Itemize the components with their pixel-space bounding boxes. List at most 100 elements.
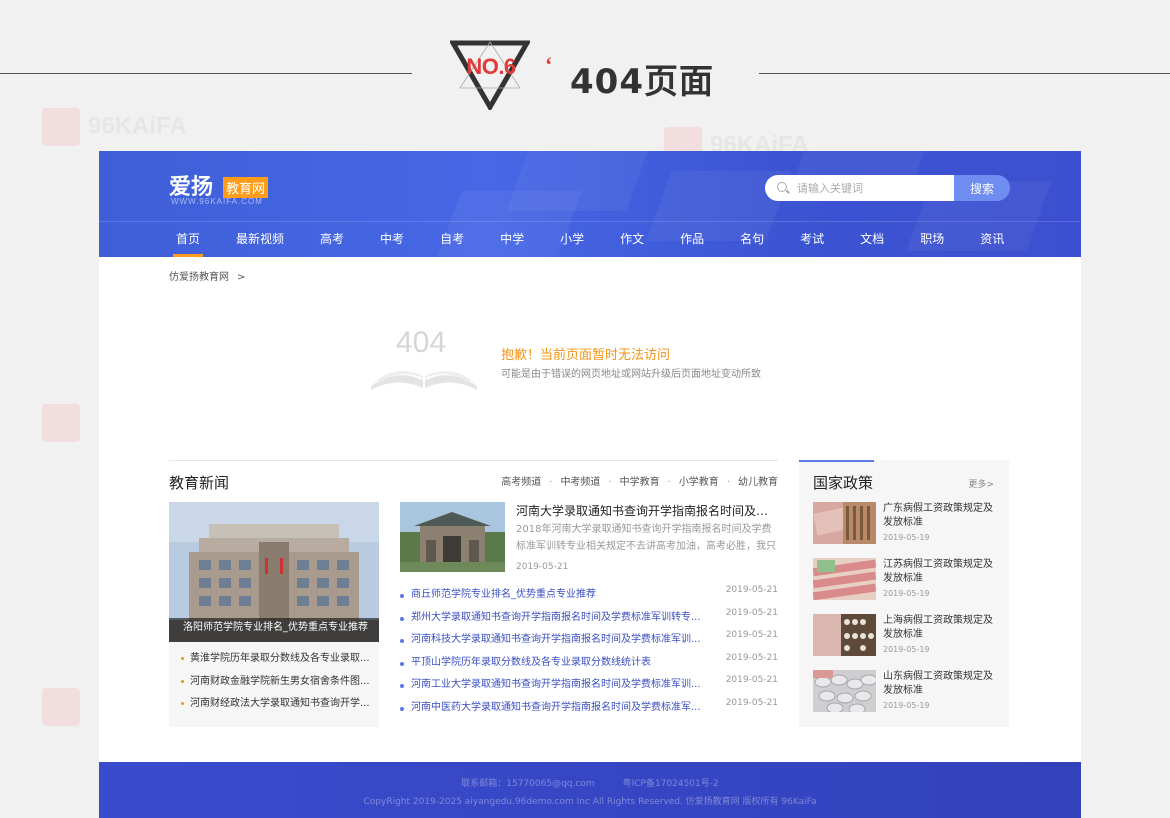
heading-rule-left: [0, 73, 412, 74]
nav-item-essay[interactable]: 作文: [611, 222, 653, 257]
news-list: 商丘师范学院专业排名_优势重点专业推荐 2019-05-21 郑州大学录取通知书查…: [400, 585, 778, 720]
money-thumbnail[interactable]: [813, 502, 876, 544]
nav-item-primary-school[interactable]: 小学: [551, 222, 593, 257]
news-section-title: 教育新闻: [169, 474, 230, 492]
list-item[interactable]: 黄淮学院历年录取分数线及各专业录取...: [181, 648, 373, 671]
list-item[interactable]: 平顶山学院历年录取分数线及各专业录取分数线统计表 2019-05-21: [400, 653, 778, 676]
list-item[interactable]: 郑州大学录取通知书查询开学指南报名时间及学费标准军训转专... 2019-05-2…: [400, 608, 778, 631]
news-tab-gaokao[interactable]: 高考频道: [501, 473, 541, 488]
footer-contact: 联系邮箱：15770065@qq.com 粤ICP备17024501号-2: [99, 776, 1081, 789]
nav-item-zikao[interactable]: 自考: [431, 222, 473, 257]
site-logo-tag: 教育网: [223, 177, 269, 198]
breadcrumb: 仿爱扬教育网 >: [169, 268, 245, 283]
article-image[interactable]: [400, 502, 505, 572]
policy-panel: 国家政策 更多> 广东病假工资政策规定及发放标准 2019-05-19 江苏病假…: [799, 460, 1009, 727]
featured-news-caption[interactable]: 洛阳师范学院专业排名_优势重点专业推荐: [169, 618, 379, 642]
error-code: 404: [396, 326, 447, 359]
site-footer: 联系邮箱：15770065@qq.com 粤ICP备17024501号-2 Cop…: [99, 762, 1081, 818]
policy-item-date: 2019-05-19: [883, 645, 930, 654]
list-item[interactable]: 河南中医药大学录取通知书查询开学指南报名时间及学费标准军... 2019-05-2…: [400, 698, 778, 721]
list-item-title[interactable]: 郑州大学录取通知书查询开学指南报名时间及学费标准军训转专...: [411, 608, 701, 623]
watermark: [42, 688, 88, 726]
policy-item-title[interactable]: 广东病假工资政策规定及发放标准: [883, 502, 998, 530]
watermark-logo-icon: [42, 688, 80, 726]
policy-title: 国家政策: [813, 474, 874, 492]
search-input[interactable]: [765, 175, 955, 201]
policy-item[interactable]: 山东病假工资政策规定及发放标准 2019-05-19: [813, 670, 1003, 714]
abacus-photo: [813, 614, 876, 656]
policy-item-title[interactable]: 上海病假工资政策规定及发放标准: [883, 614, 998, 642]
search-button[interactable]: 搜索: [954, 175, 1010, 201]
featured-news-list: 黄淮学院历年录取分数线及各专业录取... 河南财政金融学院新生男女宿舍条件图..…: [169, 642, 379, 727]
policy-item-title[interactable]: 江苏病假工资政策规定及发放标准: [883, 558, 998, 586]
nav-item-works[interactable]: 作品: [671, 222, 713, 257]
policy-item-date: 2019-05-19: [883, 533, 930, 542]
policy-item[interactable]: 江苏病假工资政策规定及发放标准 2019-05-19: [813, 558, 1003, 602]
nav-item-gaokao[interactable]: 高考: [311, 222, 353, 257]
list-item[interactable]: 河南财政金融学院新生男女宿舍条件图...: [181, 671, 373, 694]
main-nav: 首页 最新视频 高考 中考 自考 中学 小学 作文 作品 名句 考试 文档 职场…: [167, 222, 1031, 257]
list-item-date: 2019-05-21: [725, 675, 778, 685]
breadcrumb-home-link[interactable]: 仿爱扬教育网: [169, 272, 229, 283]
money-thumbnail[interactable]: [813, 614, 876, 656]
nav-item-career[interactable]: 职场: [911, 222, 953, 257]
footer-copyright: CopyRight 2019-2025 aiyangedu.96demo.com…: [363, 797, 817, 807]
list-item-title[interactable]: 平顶山学院历年录取分数线及各专业录取分数线统计表: [411, 653, 701, 668]
article-date: 2019-05-21: [516, 562, 569, 572]
search-box: 搜索: [765, 175, 1010, 201]
list-item[interactable]: 商丘师范学院专业排名_优势重点专业推荐 2019-05-21: [400, 585, 778, 608]
page-title: 404页面: [570, 62, 714, 102]
news-tab-middle-school[interactable]: 中学教育: [608, 473, 660, 488]
list-item-title[interactable]: 河南中医药大学录取通知书查询开学指南报名时间及学费标准军...: [411, 698, 701, 713]
list-item-title[interactable]: 商丘师范学院专业排名_优势重点专业推荐: [411, 585, 701, 600]
article-summary: 2018年河南大学录取通知书查询开学指南报名时间及学费标准军训转专业相关规定不去…: [516, 524, 776, 552]
list-item-date: 2019-05-21: [725, 585, 778, 595]
article-title[interactable]: 河南大学录取通知书查询开学指南报名时间及学费...: [516, 502, 778, 519]
list-item-date: 2019-05-21: [725, 697, 778, 708]
nav-item-exams[interactable]: 考试: [791, 222, 833, 257]
nav-item-documents[interactable]: 文档: [851, 222, 893, 257]
news-tab-kindergarten[interactable]: 幼儿教育: [727, 473, 778, 488]
badge-number: NO.6: [466, 54, 516, 79]
nav-item-videos[interactable]: 最新视频: [227, 222, 293, 257]
featured-news-image[interactable]: 洛阳师范学院专业排名_优势重点专业推荐: [169, 502, 379, 642]
watermark-logo-icon: [42, 108, 80, 146]
nav-item-zhongkao[interactable]: 中考: [371, 222, 413, 257]
watermark-logo-icon: [42, 404, 80, 442]
list-item[interactable]: 河南科技大学录取通知书查询开学指南报名时间及学费标准军训... 2019-05-2…: [400, 630, 778, 653]
gate-photo: [400, 502, 505, 572]
money-photo: [813, 502, 876, 544]
list-item-date: 2019-05-21: [725, 607, 778, 618]
quote-mark: ‘: [545, 52, 553, 77]
search-icon: [777, 182, 787, 192]
policy-item-title[interactable]: 山东病假工资政策规定及发放标准: [883, 670, 998, 698]
money-photo: [813, 558, 876, 600]
list-item-title[interactable]: 河南科技大学录取通知书查询开学指南报名时间及学费标准军训...: [411, 630, 701, 645]
coins-photo: [813, 670, 876, 712]
money-thumbnail[interactable]: [813, 670, 876, 712]
list-item[interactable]: 河南财经政法大学录取通知书查询开学...: [181, 693, 373, 716]
list-item-title[interactable]: 河南工业大学录取通知书查询开学指南报名时间及学费标准军训...: [411, 675, 701, 690]
policy-item[interactable]: 上海病假工资政策规定及发放标准 2019-05-19: [813, 614, 1003, 658]
watermark: 96KAiFA: [42, 108, 187, 146]
news-divider: [169, 460, 778, 461]
nav-item-middle-school[interactable]: 中学: [491, 222, 533, 257]
error-title: 抱歉！当前页面暂时无法访问: [501, 348, 671, 363]
footer-email[interactable]: 联系邮箱：15770065@qq.com: [461, 779, 594, 789]
heading-rule-right: [759, 73, 1170, 74]
site-header: 爱扬 教育网 WWW.96KAIFA.COM 搜索 首页 最新视频 高考 中考 …: [99, 151, 1081, 261]
error-description: 可能是由于错误的网页地址或网站升级后页面地址变动所致: [501, 369, 761, 380]
policy-accent-bar: [799, 460, 874, 462]
nav-item-home[interactable]: 首页: [167, 222, 209, 257]
nav-item-quotes[interactable]: 名句: [731, 222, 773, 257]
news-tab-zhongkao[interactable]: 中考频道: [549, 473, 600, 488]
money-thumbnail[interactable]: [813, 558, 876, 600]
more-link[interactable]: 更多>: [968, 477, 994, 490]
policy-item[interactable]: 广东病假工资政策规定及发放标准 2019-05-19: [813, 502, 1003, 546]
nav-item-news[interactable]: 资讯: [971, 222, 1013, 257]
list-item[interactable]: 河南工业大学录取通知书查询开学指南报名时间及学费标准军训... 2019-05-2…: [400, 675, 778, 698]
footer-icp[interactable]: 粤ICP备17024501号-2: [623, 779, 719, 789]
list-item-date: 2019-05-21: [725, 652, 778, 663]
breadcrumb-arrow: >: [237, 272, 246, 283]
news-tab-primary-school[interactable]: 小学教育: [668, 473, 719, 488]
